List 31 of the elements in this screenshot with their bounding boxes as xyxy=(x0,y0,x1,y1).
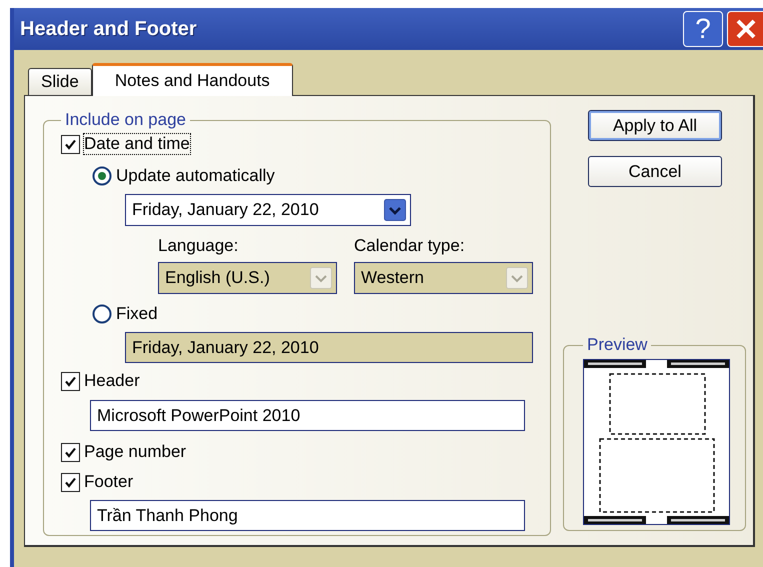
dialog-button[interactable]: Cancel xyxy=(588,156,722,187)
close-icon[interactable] xyxy=(734,17,758,41)
checkbox-label[interactable]: Footer xyxy=(84,472,134,492)
radio-button[interactable] xyxy=(92,166,112,186)
checkbox-label[interactable]: Header xyxy=(84,371,140,391)
checkmark-icon xyxy=(64,476,77,488)
dropdown[interactable]: Friday, January 22, 2010 xyxy=(125,194,411,226)
checkbox[interactable] xyxy=(61,372,80,390)
radio-label[interactable]: Update automatically xyxy=(116,166,275,186)
text-field[interactable]: Trần Thanh Phong xyxy=(90,500,525,531)
close-button[interactable] xyxy=(727,11,763,47)
checkbox-label[interactable]: Date and time xyxy=(84,134,190,154)
field-label: Language: xyxy=(158,236,240,256)
tab[interactable]: Notes and Handouts xyxy=(92,63,293,96)
radio-button[interactable] xyxy=(92,304,112,324)
text-field[interactable]: Microsoft PowerPoint 2010 xyxy=(90,400,525,431)
radio-label[interactable]: Fixed xyxy=(116,304,158,324)
checkmark-icon xyxy=(64,446,77,458)
checkmark-icon xyxy=(64,138,77,150)
field-label: Calendar type: xyxy=(354,236,466,256)
help-button[interactable]: ? xyxy=(683,11,723,47)
checkbox-label[interactable]: Page number xyxy=(84,442,186,462)
dialog-button[interactable]: Apply to All xyxy=(588,110,722,141)
checkbox[interactable] xyxy=(61,472,80,492)
group-title: Preview xyxy=(586,335,648,355)
checkmark-icon xyxy=(64,374,77,388)
group-title: Include on page xyxy=(64,110,187,130)
checkbox[interactable] xyxy=(61,442,80,462)
tab[interactable]: Slide xyxy=(28,68,92,95)
window-title: Header and Footer xyxy=(20,18,198,40)
checkbox[interactable] xyxy=(61,134,80,154)
